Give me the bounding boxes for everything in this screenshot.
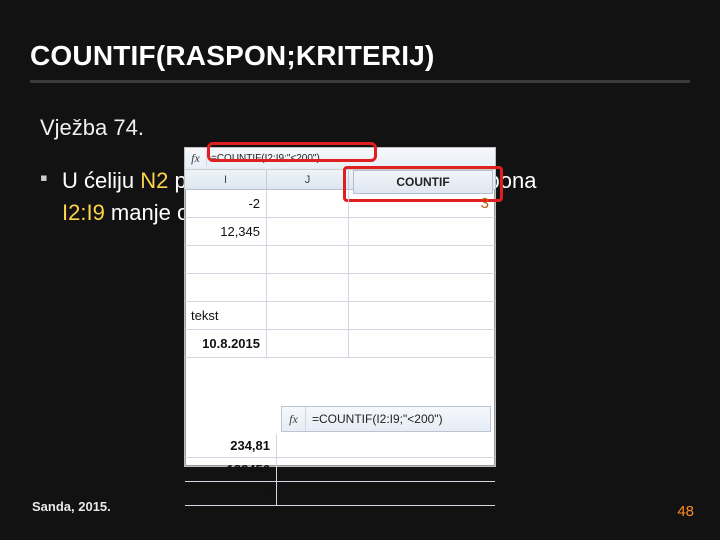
- cell-i: -2: [185, 482, 277, 505]
- table-row: -2: [185, 482, 495, 506]
- table-row: -2 3: [185, 190, 495, 218]
- col-header-i: I: [185, 170, 267, 189]
- table-row: 12,345: [185, 218, 495, 246]
- cell-i: tekst: [185, 302, 267, 329]
- cell-j: [267, 274, 349, 301]
- result-value: 3: [481, 195, 489, 212]
- table-row: 123456: [185, 458, 495, 482]
- cell-n: [349, 274, 495, 301]
- highlight-box-formula: [207, 142, 377, 162]
- cell-i: [185, 246, 267, 273]
- cell-j: [267, 246, 349, 273]
- table-row: [185, 246, 495, 274]
- cell-j: [267, 302, 349, 329]
- bullet-pre: U ćeliju: [62, 168, 140, 193]
- fx-icon: fx: [185, 151, 207, 166]
- slide-title: COUNTIF(RASPON;KRITERIJ): [30, 40, 690, 72]
- bullet-range: I2:I9: [62, 200, 105, 225]
- excel-grid: -2 3 12,345 tekst: [185, 190, 495, 466]
- cell-i: 12,345: [185, 218, 267, 245]
- cell-n-result: 3: [349, 190, 495, 217]
- slide: COUNTIF(RASPON;KRITERIJ) Vježba 74. ▪ U …: [0, 0, 720, 540]
- cell-i: 10.8.2015: [185, 330, 267, 357]
- cell-n: [349, 330, 495, 357]
- fx-formula-bottom: =COUNTIF(I2:I9;"<200"): [306, 412, 449, 426]
- bullet-n2: N2: [140, 168, 168, 193]
- cell-n: [349, 218, 495, 245]
- table-row: tekst: [185, 302, 495, 330]
- table-row: 234,81: [185, 434, 495, 458]
- cell-i: -2: [185, 190, 267, 217]
- cell-j: [267, 190, 349, 217]
- cell-n: [349, 302, 495, 329]
- table-row: 10.8.2015: [185, 330, 495, 358]
- footer-author: Sanda, 2015.: [32, 499, 111, 514]
- cell-i: 123456: [185, 458, 277, 481]
- excel-screenshot: fx =COUNTIF(I2:I9;"<200") I J N COUNTIF …: [184, 147, 496, 467]
- cell-j: [267, 330, 349, 357]
- practice-label: Vježba 74.: [40, 115, 680, 141]
- title-area: COUNTIF(RASPON;KRITERIJ): [0, 0, 720, 91]
- table-row: [185, 274, 495, 302]
- cell-i: 234,81: [185, 434, 277, 457]
- formula-bar-bottom: fx =COUNTIF(I2:I9;"<200"): [281, 406, 491, 432]
- col-header-j: J: [267, 170, 349, 189]
- cell-n: [349, 246, 495, 273]
- bullet-marker: ▪: [40, 165, 52, 229]
- title-underline: [30, 80, 690, 83]
- cell-j: [267, 218, 349, 245]
- lower-rows: 234,81 123456 -2: [185, 434, 495, 506]
- cell-i: [185, 274, 267, 301]
- page-number: 48: [677, 503, 694, 520]
- fx-icon: fx: [282, 407, 306, 431]
